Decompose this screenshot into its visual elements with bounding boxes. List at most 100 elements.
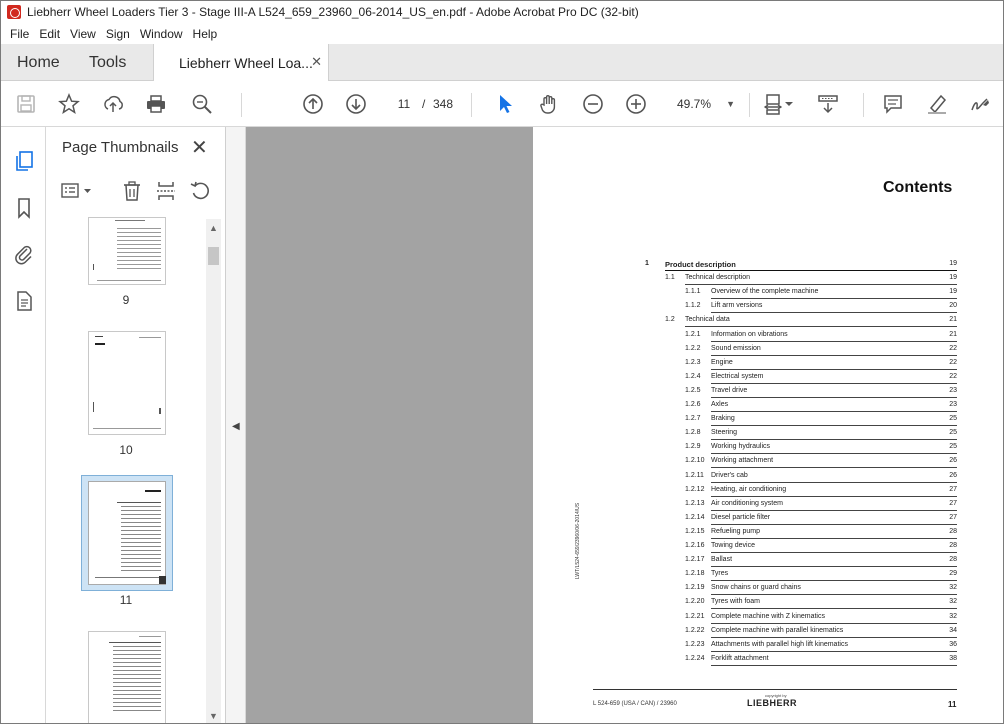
menu-file[interactable]: File [10, 27, 29, 41]
toc-entry[interactable]: 1.2.5 Travel drive 23 [685, 385, 957, 398]
zoom-level-select[interactable]: 49.7% ▼ [671, 93, 741, 115]
search-zoom-icon[interactable] [189, 91, 215, 117]
print-icon[interactable] [143, 91, 169, 117]
toc-entry[interactable]: 1.2.16 Towing device 28 [685, 540, 957, 553]
toc-entry[interactable]: 1.2.4 Electrical system 22 [685, 371, 957, 384]
toc-entry[interactable]: 1.2.9 Working hydraulics 25 [685, 441, 957, 455]
menu-help[interactable]: Help [193, 27, 218, 41]
scroll-up-icon[interactable]: ▲ [209, 223, 218, 233]
insert-pages-icon[interactable] [153, 179, 179, 203]
scrollbar-thumb[interactable] [208, 247, 219, 265]
rotate-icon[interactable] [187, 179, 213, 203]
attachments-icon[interactable] [12, 242, 36, 266]
document-properties-icon[interactable] [12, 289, 36, 313]
thumbnail-scrollbar[interactable]: ▲ ▼ [206, 219, 221, 723]
toc-entry-page: 32 [949, 612, 957, 620]
collapse-panel-icon[interactable]: ◀ [232, 421, 240, 432]
toc-entry-number: 1.2.13 [685, 499, 705, 507]
toc-entry-page: 22 [949, 344, 957, 352]
thumbnail-page-11-selected[interactable] [81, 475, 173, 591]
highlight-icon[interactable] [924, 91, 950, 117]
toc-entry[interactable]: 1.2.3 Engine 22 [685, 357, 957, 370]
toc-entry-page: 28 [949, 542, 957, 549]
document-view[interactable]: Contents 1 Product description 19 1.1 Techni… [246, 127, 1003, 723]
toc-entry-title: Tyres with foam [711, 598, 761, 606]
select-cursor-icon[interactable] [492, 91, 518, 117]
toc-entry-title: Technical data [685, 316, 730, 324]
toc-entry[interactable]: 1.2.7 Braking 25 [685, 413, 957, 427]
tab-tools[interactable]: Tools [89, 54, 126, 72]
panel-splitter[interactable]: ◀ [226, 127, 246, 723]
zoom-out-icon[interactable] [580, 91, 606, 117]
thumbnail-label: 9 [122, 293, 130, 307]
sign-icon[interactable] [967, 91, 993, 117]
toc-entry[interactable]: 1.2.14 Diesel particle filter 27 [685, 512, 957, 525]
toc-entry[interactable]: 1.2.12 Heating, air conditioning 27 [685, 484, 957, 497]
toc-entry-page: 34 [949, 626, 957, 634]
page-separator: / [422, 97, 426, 111]
toc-entry[interactable]: 1.2.10 Working attachment 26 [685, 455, 957, 469]
toc-entry-rule [685, 284, 957, 286]
menu-sign[interactable]: Sign [106, 27, 130, 41]
scroll-mode-icon[interactable] [815, 91, 841, 117]
comment-icon[interactable] [880, 91, 906, 117]
close-tab-icon[interactable]: ✕ [311, 54, 322, 70]
thumbnail-page-9[interactable] [88, 217, 166, 285]
toc-entry[interactable]: 1.2.22 Complete machine with parallel kin… [685, 625, 957, 638]
toc-entry[interactable]: 1.2.11 Driver's cab 26 [685, 470, 957, 483]
toc-entry[interactable]: 1.2.13 Air conditioning system 27 [685, 498, 957, 511]
page-number-input[interactable]: 11 [389, 93, 419, 115]
page-thumbnails-panel: Page Thumbnails ✕ 9 10 11 ▲ ▼ [46, 127, 226, 723]
toc-entry-page: 19 [949, 288, 957, 296]
toc-entry[interactable]: 1.2.1 Information on vibrations 21 [685, 329, 957, 342]
toc-entry-title: Diesel particle filter [711, 513, 771, 521]
zoom-in-icon[interactable] [623, 91, 649, 117]
bookmark-star-icon[interactable] [56, 91, 82, 117]
bookmarks-icon[interactable] [12, 196, 36, 220]
chevron-down-icon[interactable] [783, 91, 795, 117]
prev-page-icon[interactable] [300, 91, 326, 117]
toc-entry-title: Forklift attachment [711, 654, 769, 662]
toc-entry-page: 29 [949, 570, 957, 578]
tab-document[interactable]: Liebherr Wheel Loa... ✕ [153, 44, 329, 81]
page-thumbnails-icon[interactable] [12, 149, 36, 173]
next-page-icon[interactable] [343, 91, 369, 117]
thumbnail-page-12[interactable] [88, 631, 166, 723]
toc-entry-rule [711, 523, 957, 525]
pdf-page: Contents 1 Product description 19 1.1 Techni… [533, 127, 1003, 723]
tab-home[interactable]: Home [17, 54, 60, 72]
toc-entry[interactable]: 1.1.1 Overview of the complete machine 19 [685, 286, 957, 300]
thumbnail-options-menu[interactable] [60, 179, 94, 203]
toc-entry[interactable]: 1.2.18 Tyres 29 [685, 568, 957, 582]
scroll-down-icon[interactable]: ▼ [209, 711, 218, 721]
toc-entry[interactable]: 1.1.2 Lift arm versions 20 [685, 300, 957, 314]
hand-icon[interactable] [536, 91, 562, 117]
toc-entry[interactable]: 1.2.21 Complete machine with Z kinematics… [685, 611, 957, 624]
toc-entry[interactable]: 1 Product description 19 [645, 258, 957, 271]
upload-icon[interactable] [100, 91, 126, 117]
toc-entry[interactable]: 1.1 Technical description 19 [665, 272, 957, 286]
footer-model: L 524-659 (USA / CAN) / 23960 [593, 701, 677, 707]
toc-entry[interactable]: 1.2.23 Attachments with parallel high lif… [685, 639, 957, 652]
toc-entry-title: Snow chains or guard chains [711, 584, 801, 592]
save-icon[interactable] [13, 91, 39, 117]
toc-entry[interactable]: 1.2.8 Steering 25 [685, 427, 957, 441]
toc-entry[interactable]: 1.2.24 Forklift attachment 38 [685, 653, 957, 666]
toc-entry[interactable]: 1.2 Technical data 21 [665, 314, 957, 328]
toc-entry[interactable]: 1.2.6 Axles 23 [685, 399, 957, 412]
toc-entry[interactable]: 1.2.17 Ballast 28 [685, 554, 957, 568]
menu-window[interactable]: Window [140, 27, 183, 41]
toc-entry[interactable]: 1.2.2 Sound emission 22 [685, 343, 957, 356]
delete-icon[interactable] [119, 179, 145, 203]
close-panel-icon[interactable]: ✕ [191, 135, 208, 160]
toc-entry-page: 38 [949, 654, 957, 662]
menu-view[interactable]: View [70, 27, 96, 41]
toc-entry[interactable]: 1.2.20 Tyres with foam 32 [685, 596, 957, 610]
toc-entry[interactable]: 1.2.19 Snow chains or guard chains 32 [685, 582, 957, 596]
footer-page-number: 11 [948, 700, 957, 709]
thumbnail-page-10[interactable] [88, 331, 166, 435]
toc-entry[interactable]: 1.2.15 Refueling pump 28 [685, 526, 957, 539]
toc-entry-page: 27 [949, 499, 957, 507]
toc-entry-title: Air conditioning system [711, 499, 783, 507]
menu-edit[interactable]: Edit [39, 27, 60, 41]
